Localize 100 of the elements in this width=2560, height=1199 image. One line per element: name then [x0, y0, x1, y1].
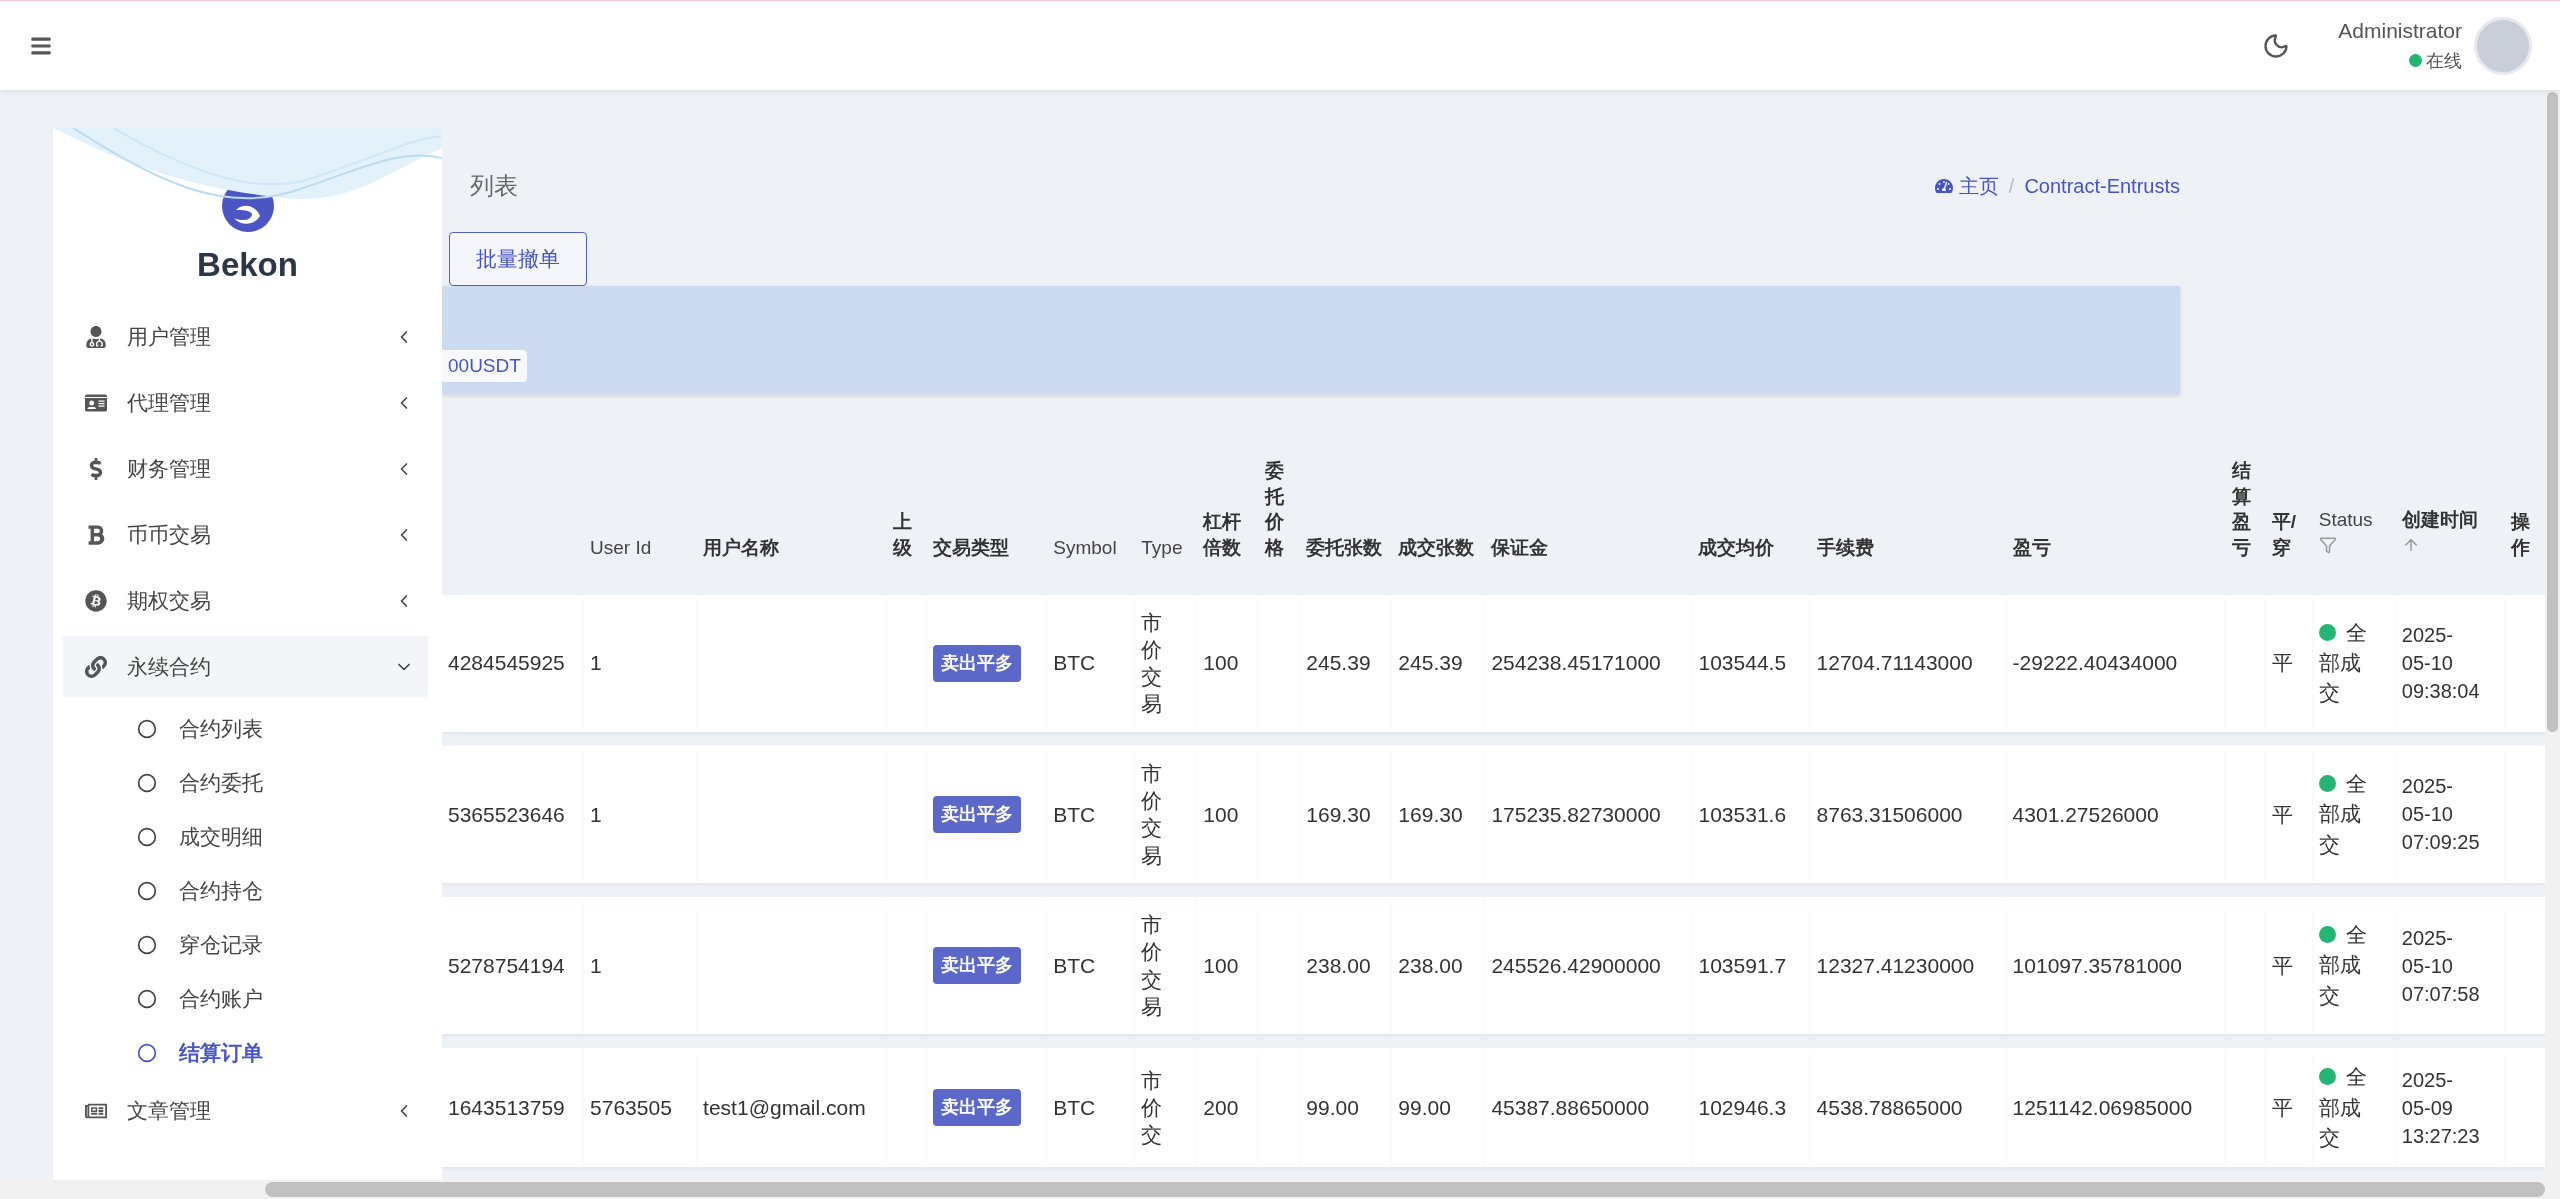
batch-cancel-button[interactable]: 批量撤单 [449, 232, 587, 286]
filled-quantity: 238.00 [1398, 953, 1463, 977]
menu-item[interactable]: 文章管理 [63, 1080, 428, 1141]
column-header: 平/穿 [2271, 511, 2296, 558]
margin: 45387.88650000 [1491, 1096, 1650, 1120]
menu-item[interactable]: 永续合约 [63, 636, 428, 697]
user-id: 1 [590, 802, 602, 826]
menu-item[interactable]: 期权交易 [63, 570, 428, 631]
trade-type-badge: 卖出平多 [933, 644, 1022, 682]
column-header: 成交张数 [1398, 536, 1475, 558]
menu-item[interactable]: 用户管理 [63, 306, 428, 367]
menu-item[interactable]: 财务管理 [63, 438, 428, 499]
leverage: 100 [1203, 953, 1239, 977]
filled-quantity: 245.39 [1398, 651, 1463, 675]
fee: 12704.71143000 [1816, 651, 1973, 675]
column-header: 手续费 [1816, 536, 1874, 558]
average-price: 103591.7 [1698, 953, 1787, 977]
order-id: 5365523646 [448, 802, 565, 826]
submenu-item[interactable]: 合约列表 [53, 702, 442, 756]
circle-icon [137, 719, 157, 739]
column-header: 用户名称 [703, 536, 780, 558]
menu-item[interactable]: 币币交易 [63, 504, 428, 565]
column-header: 结算盈亏 [2231, 460, 2251, 558]
vertical-scrollbar[interactable] [2545, 90, 2560, 1180]
moon-icon[interactable] [2262, 31, 2291, 60]
column-header: 成交均价 [1698, 536, 1775, 558]
gauge-icon [1934, 177, 1953, 195]
symbol: BTC [1053, 802, 1096, 826]
column-header: 创建时间 [2401, 509, 2478, 531]
close-type: 平 [2271, 1096, 2293, 1120]
status-label: 全部成交 [2318, 771, 2367, 856]
horizontal-scrollbar[interactable] [0, 1180, 2560, 1199]
submenu-item[interactable]: 结算订单 [53, 1026, 442, 1080]
created-time: 2025-05-10 07:09:25 [2401, 774, 2481, 856]
entrust-quantity: 245.39 [1306, 651, 1371, 675]
trade-type-badge: 卖出平多 [933, 1089, 1022, 1127]
order-id: 4284545925 [448, 651, 565, 675]
fee: 4538.78865000 [1816, 1096, 1963, 1120]
column-header: Type [1141, 536, 1183, 558]
average-price: 103544.5 [1698, 651, 1787, 675]
margin: 175235.82730000 [1491, 802, 1661, 826]
entrust-quantity: 99.00 [1306, 1096, 1359, 1120]
amount-badge: 00USDT [442, 350, 527, 382]
order-type: 市价交易 [1141, 609, 1163, 718]
circle-icon [137, 881, 157, 901]
average-price: 103531.6 [1698, 802, 1787, 826]
column-header: 委托张数 [1306, 536, 1383, 558]
status-label: 全部成交 [2318, 1065, 2367, 1149]
trade-type-badge: 卖出平多 [933, 946, 1022, 985]
user-id: 1 [590, 651, 602, 675]
leverage: 200 [1203, 1096, 1239, 1120]
column-header: Status [2318, 509, 2373, 531]
breadcrumb-link[interactable]: 主页 [1934, 172, 1999, 200]
circle-icon [137, 935, 157, 955]
symbol: BTC [1053, 1096, 1096, 1120]
order-type: 市价交 [1141, 1067, 1163, 1149]
created-time: 2025-05-10 09:38:04 [2401, 623, 2481, 705]
order-type: 市价交易 [1141, 760, 1163, 869]
created-time: 2025-05-10 07:07:58 [2401, 925, 2481, 1007]
brand-name: Bekon [197, 246, 298, 284]
margin: 245526.42900000 [1491, 953, 1661, 977]
order-id: 5278754194 [448, 953, 565, 977]
breadcrumb-link[interactable]: Contract-Entrusts [2024, 174, 2180, 198]
column-header: 杠杆倍数 [1203, 511, 1242, 558]
profit-loss: 1251142.06985000 [2012, 1096, 2193, 1120]
order-id: 1643513759 [448, 1096, 565, 1120]
submenu-item[interactable]: 合约委托 [53, 756, 442, 810]
profit-loss: 4301.27526000 [2012, 802, 2159, 826]
user-name: Administrator [2338, 18, 2462, 43]
symbol: BTC [1053, 651, 1096, 675]
column-header: 委托价格 [1265, 460, 1285, 558]
profit-loss: 101097.35781000 [2012, 953, 2182, 977]
page-subtitle: 列表 [470, 171, 518, 201]
entrust-quantity: 169.30 [1306, 802, 1371, 826]
profit-loss: -29222.40434000 [2012, 651, 2178, 675]
circle-icon [137, 773, 157, 793]
submenu-item[interactable]: 成交明细 [53, 810, 442, 864]
column-header: 盈亏 [2012, 536, 2051, 558]
column-header: Symbol [1053, 536, 1117, 558]
filled-quantity: 99.00 [1398, 1096, 1451, 1120]
column-header: User Id [590, 536, 652, 558]
submenu-item[interactable]: 合约持仓 [53, 864, 442, 918]
submenu-item[interactable]: 穿仓记录 [53, 918, 442, 972]
close-type: 平 [2271, 651, 2293, 675]
menu-item[interactable]: 代理管理 [63, 372, 428, 433]
column-header: 交易类型 [933, 536, 1010, 558]
average-price: 102946.3 [1698, 1096, 1787, 1120]
filled-quantity: 169.30 [1398, 802, 1463, 826]
user-id: 5763505 [590, 1096, 672, 1120]
status-label: 全部成交 [2318, 922, 2367, 1007]
order-type: 市价交易 [1141, 911, 1163, 1020]
symbol: BTC [1053, 953, 1096, 977]
submenu-item[interactable]: 合约账户 [53, 972, 442, 1026]
column-header: 操作 [2510, 511, 2530, 558]
entrust-quantity: 238.00 [1306, 953, 1371, 977]
username: test1@gmail.com [703, 1096, 866, 1120]
online-status: 在线 [2426, 49, 2462, 73]
created-time: 2025-05-09 13:27:23 [2401, 1067, 2481, 1149]
fee: 12327.41230000 [1816, 953, 1975, 977]
leverage: 100 [1203, 802, 1239, 826]
